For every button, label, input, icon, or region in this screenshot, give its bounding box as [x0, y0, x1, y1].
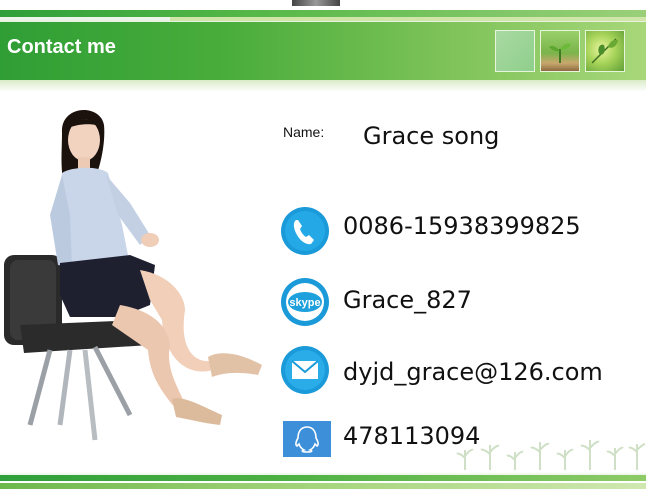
- profile-photo: [4, 110, 262, 441]
- svg-text:skype: skype: [289, 297, 320, 309]
- phone-icon: [281, 207, 329, 255]
- decor-thumb-plain: [495, 30, 535, 72]
- header-banner: Contact me: [0, 22, 646, 80]
- top-photo-fragment: [292, 0, 340, 6]
- mail-icon: [281, 346, 329, 394]
- name-value: Grace song: [363, 122, 500, 150]
- decor-thumb-leaves: [585, 30, 625, 72]
- top-green-line: [0, 10, 646, 17]
- bottom-light-line: [0, 483, 646, 489]
- top-light-line: [170, 17, 646, 21]
- top-decor-strip: [0, 0, 646, 22]
- name-label: Name:: [283, 124, 325, 140]
- bottom-decor-band: [0, 470, 646, 489]
- page-title: Contact me: [7, 36, 116, 58]
- header-shadow: [0, 80, 646, 92]
- skype-id[interactable]: Grace_827: [343, 286, 472, 314]
- qq-icon: [283, 421, 331, 457]
- phone-number[interactable]: 0086-15938399825: [343, 212, 581, 240]
- skype-icon: skype: [281, 278, 329, 326]
- email-address[interactable]: dyjd_grace@126.com: [343, 358, 603, 386]
- grass-decoration: [456, 440, 646, 475]
- decor-thumb-sprout: [540, 30, 580, 72]
- bottom-green-line: [0, 475, 646, 481]
